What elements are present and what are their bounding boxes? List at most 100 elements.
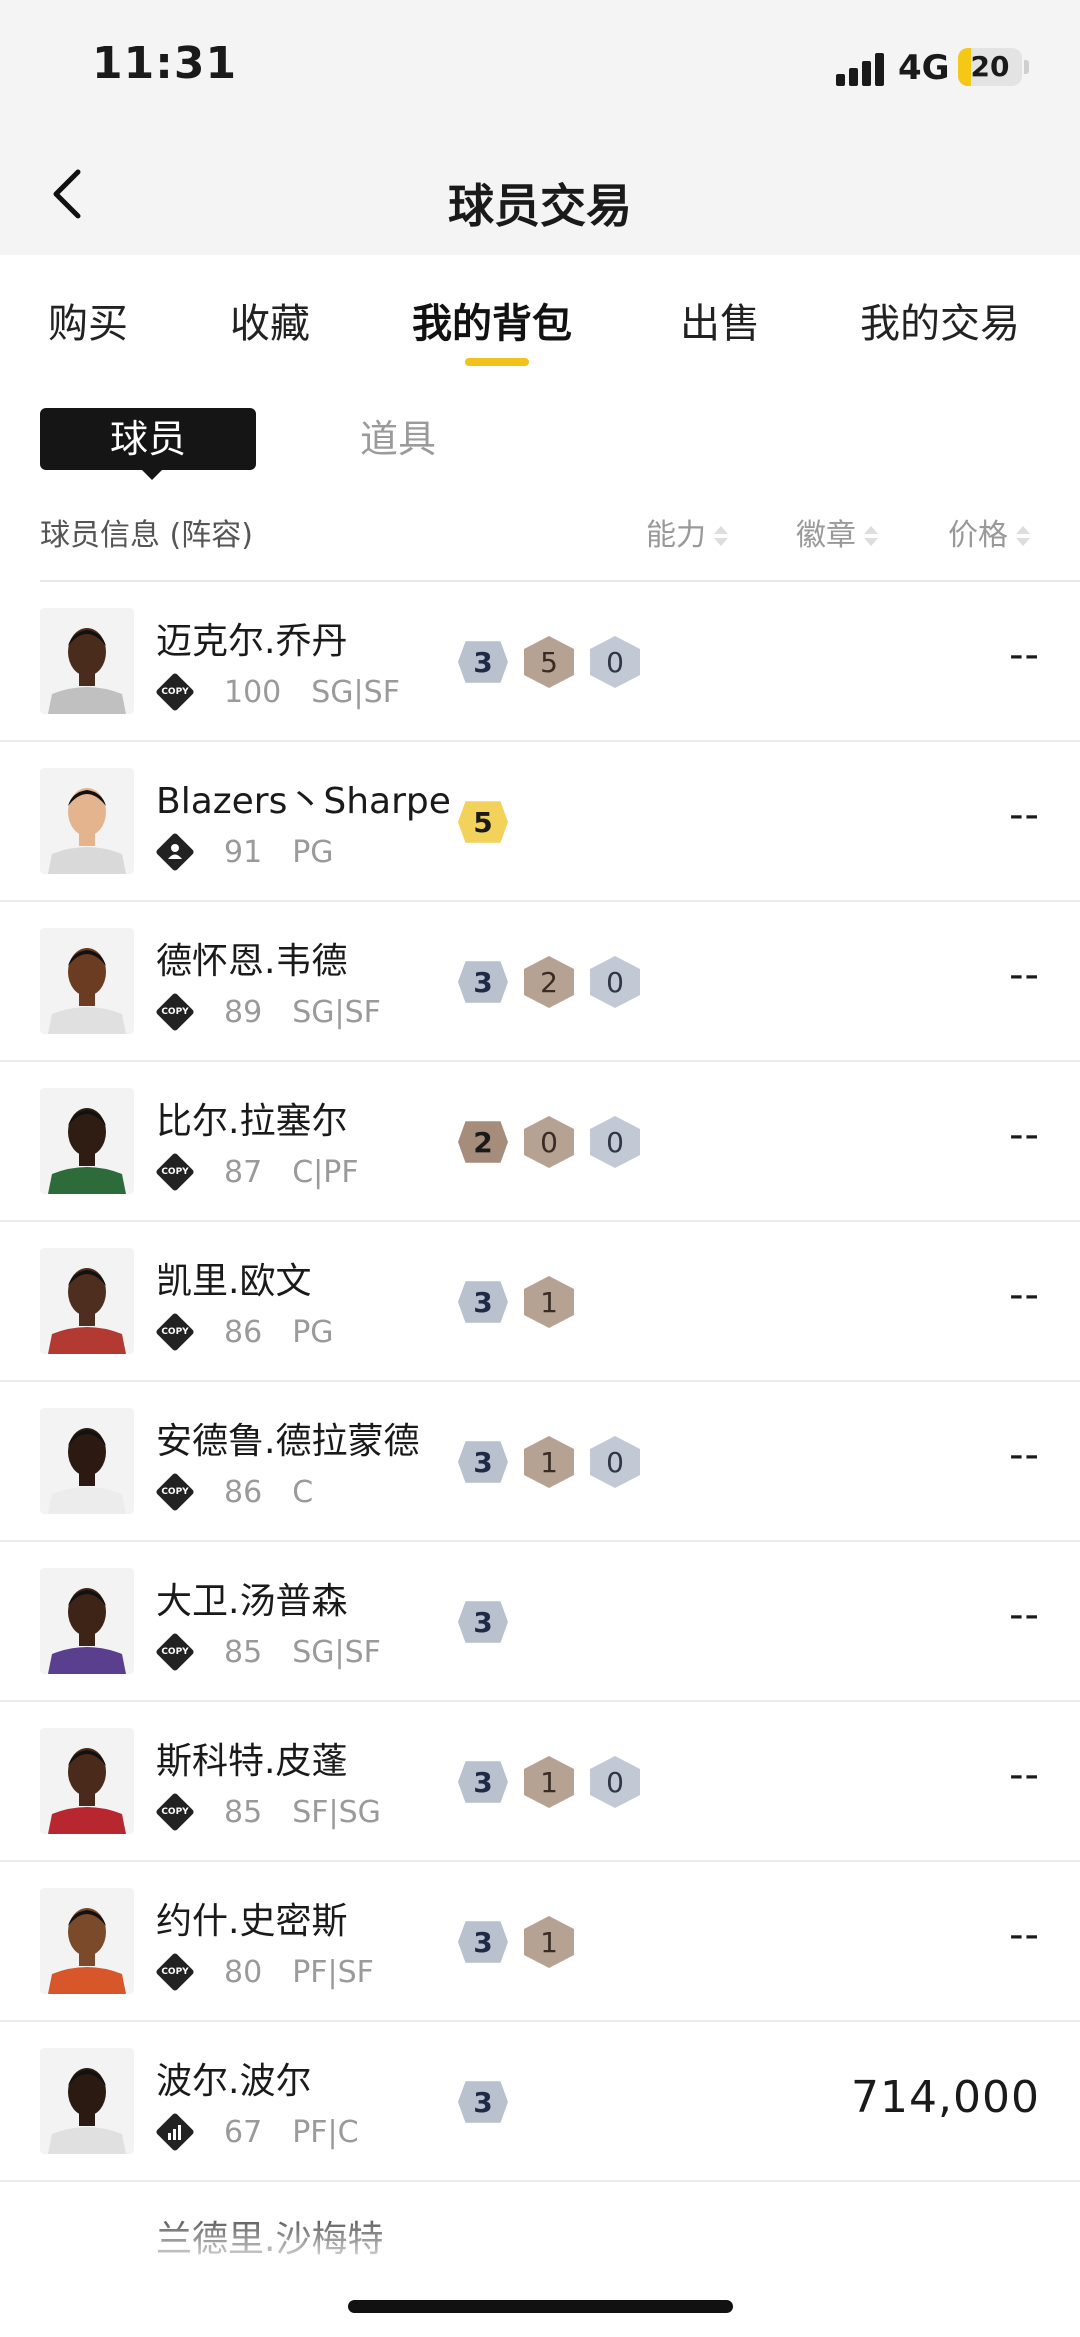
player-avatar [40,1728,134,1834]
player-rating: 86 [224,1474,263,1510]
home-indicator[interactable] [348,2300,733,2313]
badge-count-bronze: 0 [524,1116,574,1168]
sort-icon [864,525,878,548]
player-price: -- [1009,1272,1040,1318]
player-avatar [40,2048,134,2154]
tab-sell[interactable]: 出售 [680,291,760,349]
active-tab-indicator [465,358,529,366]
network-type: 4G [898,48,950,88]
badge-count-silver: 0 [590,1756,640,1808]
copy-label: COPY [161,1807,189,1817]
player-price: -- [1009,1592,1040,1638]
player-rating: 67 [224,2114,263,2150]
player-position: SG|SF [292,994,381,1030]
player-avatar [40,1248,134,1354]
player-avatar [40,1888,134,1994]
badge-group: 3 20 [458,954,656,1010]
page-title: 球员交易 [448,179,632,233]
badge-group: 3 [458,2074,524,2130]
badge-group: 3 [458,1594,524,1650]
player-rating: 91 [224,834,263,870]
ability-level-badge: 2 [458,1121,508,1163]
player-row[interactable]: 比尔.拉塞尔 COPY 87 C|PF 2 00 -- [0,1062,1080,1222]
battery-level: 20 [970,50,1010,83]
player-meta: COPY 100 SG|SF [155,672,400,712]
badge-count-bronze: 1 [524,1276,574,1328]
badge-count-silver: 0 [590,636,640,688]
tab-my-trades[interactable]: 我的交易 [860,291,1020,349]
player-row[interactable]: 大卫.汤普森 COPY 85 SG|SF 3 -- [0,1542,1080,1702]
badge-group: 3 50 [458,634,656,690]
player-meta: 91 PG [155,832,334,872]
stats-glyph [168,2125,181,2140]
badge-count-bronze: 1 [524,1756,574,1808]
player-meta: COPY 86 C [155,1472,313,1512]
tab-favorites[interactable]: 收藏 [230,291,310,349]
ability-level-badge: 3 [458,2081,508,2123]
badge-group: 2 00 [458,1114,656,1170]
player-row[interactable]: 德怀恩.韦德 COPY 89 SG|SF 3 20 -- [0,902,1080,1062]
player-price: -- [1009,792,1040,838]
player-price: -- [1009,952,1040,998]
status-bar: 11:31 4G 20 [0,0,1080,140]
player-rating: 85 [224,1634,263,1670]
tab-buy[interactable]: 购买 [48,291,128,349]
player-price: -- [1009,1432,1040,1478]
player-rating: 86 [224,1314,263,1350]
badge-group: 3 1 [458,1274,590,1330]
player-position: SG|SF [311,674,400,710]
column-badge[interactable]: 徽章 [796,510,878,554]
copy-icon: COPY [155,1472,195,1512]
player-meta: COPY 85 SF|SG [155,1792,381,1832]
column-ability[interactable]: 能力 [646,510,728,554]
copy-label: COPY [161,1007,189,1017]
player-name: 凯里.欧文 [156,1261,312,1302]
nav-bar: 球员交易 [0,140,1080,255]
column-price-label: 价格 [948,518,1008,553]
player-price: 714,000 [851,2072,1040,2123]
ability-level-badge: 3 [458,1601,508,1643]
player-position: PF|SF [292,1954,374,1990]
signal-icon [836,52,886,86]
player-row[interactable]: 迈克尔.乔丹 COPY 100 SG|SF 3 50 -- [0,582,1080,742]
player-rating: 85 [224,1794,263,1830]
player-position: PG [292,834,334,870]
tab-my-backpack[interactable]: 我的背包 [412,291,572,349]
bottom-fade [0,2220,1080,2337]
copy-icon: COPY [155,1312,195,1352]
player-rating: 89 [224,994,263,1030]
badge-group: 5 [458,794,524,850]
player-avatar [40,928,134,1034]
player-row[interactable]: 凯里.欧文 COPY 86 PG 3 1 -- [0,1222,1080,1382]
player-name: 比尔.拉塞尔 [156,1101,348,1142]
player-row[interactable]: 波尔.波尔 67 PF|C 3 714,000 [0,2022,1080,2182]
ability-level-badge: 3 [458,1441,508,1483]
player-meta: COPY 85 SG|SF [155,1632,381,1672]
player-avatar [40,608,134,714]
player-position: SF|SG [292,1794,381,1830]
player-meta: COPY 80 PF|SF [155,1952,374,1992]
stats-icon [155,2112,195,2152]
ability-level-badge: 3 [458,961,508,1003]
badge-group: 3 10 [458,1434,656,1490]
player-row[interactable]: Blazers丶Sharpe 91 PG 5 -- [0,742,1080,902]
player-row[interactable]: 安德鲁.德拉蒙德 COPY 86 C 3 10 -- [0,1382,1080,1542]
subtab-players[interactable]: 球员 [40,408,256,480]
tab-bar: 购买 收藏 我的背包 出售 我的交易 [0,255,1080,385]
player-name: 迈克尔.乔丹 [156,621,348,662]
player-rating: 80 [224,1954,263,1990]
subtab-items[interactable]: 道具 [360,408,436,470]
ability-level-badge: 3 [458,1921,508,1963]
player-meta: COPY 86 PG [155,1312,334,1352]
badge-group: 3 1 [458,1914,590,1970]
player-name: 德怀恩.韦德 [156,941,348,982]
player-row[interactable]: 约什.史密斯 COPY 80 PF|SF 3 1 -- [0,1862,1080,2022]
column-price[interactable]: 价格 [948,510,1030,554]
badge-count-bronze: 1 [524,1916,574,1968]
player-row[interactable]: 斯科特.皮蓬 COPY 85 SF|SG 3 10 -- [0,1702,1080,1862]
player-list: 迈克尔.乔丹 COPY 100 SG|SF 3 50 -- Blazers丶Sh… [0,582,1080,2302]
player-avatar [40,1088,134,1194]
player-avatar [40,768,134,874]
player-name: 大卫.汤普森 [156,1581,348,1622]
ability-level-badge: 3 [458,641,508,683]
